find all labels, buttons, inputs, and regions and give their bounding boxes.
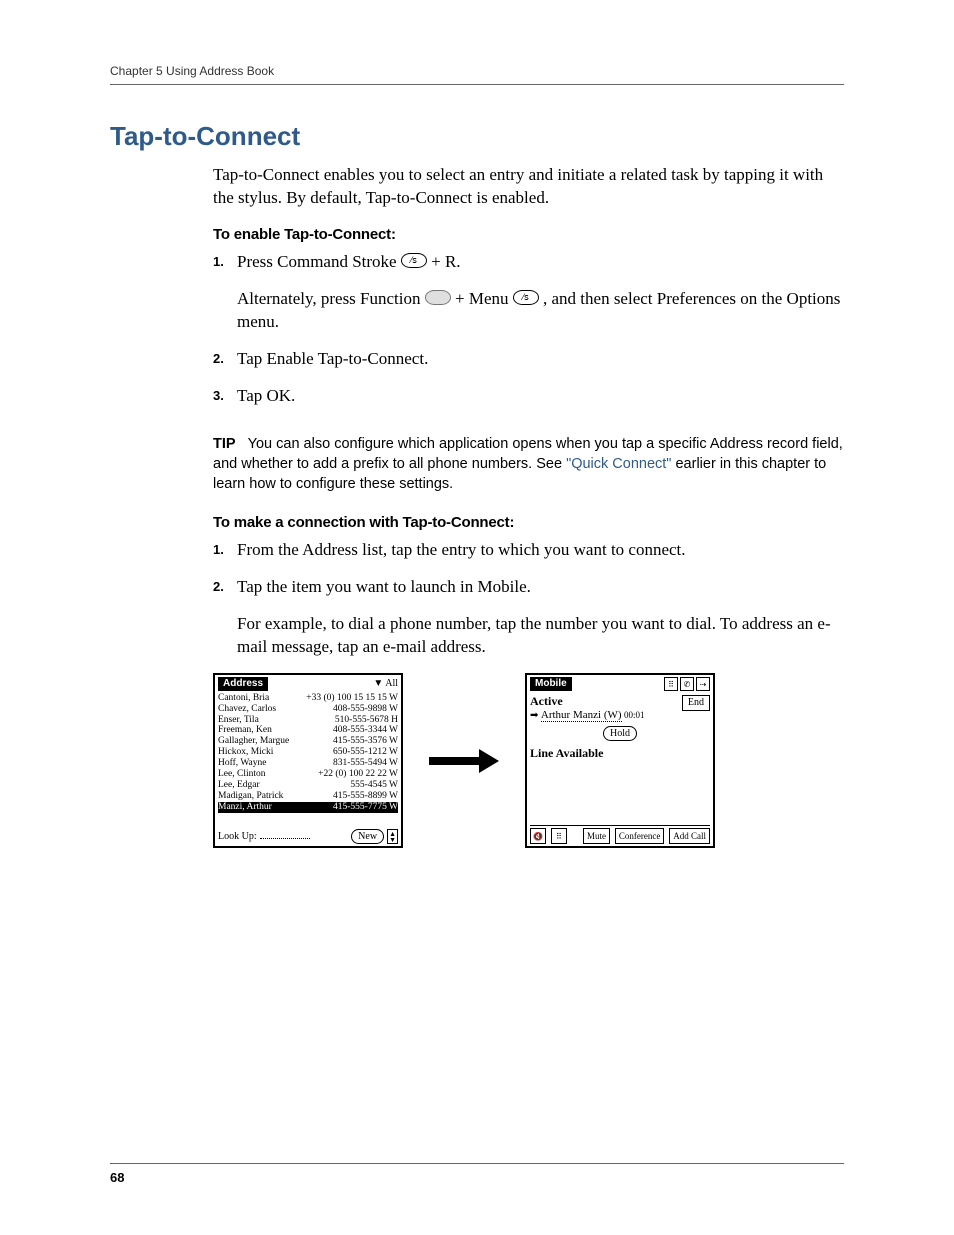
active-label: Active	[530, 695, 645, 709]
scroll-arrows-icon[interactable]: ▲▼	[387, 829, 398, 844]
address-filter[interactable]: ▼ All	[373, 678, 398, 690]
menu-key-icon: ⁄ꜱ	[513, 290, 539, 305]
step-number: 3.	[213, 385, 237, 403]
address-screen: Address ▼ All Cantoni, Bria+33 (0) 100 1…	[213, 673, 403, 848]
phone-icon[interactable]: ✆	[680, 677, 694, 691]
address-row[interactable]: Lee, Edgar555-4545 W	[218, 780, 398, 791]
step-number: 2.	[213, 576, 237, 594]
arrow-right-icon	[429, 751, 499, 771]
address-row[interactable]: Chavez, Carlos408-555-9898 W	[218, 704, 398, 715]
chapter-header: Chapter 5 Using Address Book	[110, 64, 844, 85]
make-step-1: 1. From the Address list, tap the entry …	[213, 539, 844, 562]
mobile-screen: Mobile ⠿ ✆ ⇢ Active ➡ Arthur Manzi (W) 0…	[525, 673, 715, 848]
mute-button[interactable]: Mute	[583, 828, 610, 844]
keypad-icon[interactable]: ⠿	[664, 677, 678, 691]
enable-step-3: 3. Tap OK.	[213, 385, 844, 408]
intro-paragraph: Tap-to-Connect enables you to select an …	[213, 164, 844, 210]
step1-text-a: Press Command Stroke	[237, 252, 401, 271]
address-row[interactable]: Hickox, Micki650-555-1212 W	[218, 747, 398, 758]
call-timer: 00:01	[624, 710, 645, 720]
add-call-button[interactable]: Add Call	[669, 828, 710, 844]
address-row[interactable]: Lee, Clinton+22 (0) 100 22 22 W	[218, 769, 398, 780]
step-number: 2.	[213, 348, 237, 366]
quick-connect-link[interactable]: "Quick Connect"	[566, 456, 671, 472]
enable-step-2: 2. Tap Enable Tap-to-Connect.	[213, 348, 844, 371]
address-row[interactable]: Manzi, Arthur415-555-7775 W	[218, 802, 398, 813]
tip-label: TIP	[213, 436, 236, 452]
step-number: 1.	[213, 251, 237, 269]
address-row[interactable]: Hoff, Wayne831-555-5494 W	[218, 758, 398, 769]
enable-step-1: 1. Press Command Stroke ⁄ꜱ + R.	[213, 251, 844, 274]
step-number: 1.	[213, 539, 237, 557]
line-available-label: Line Available	[530, 747, 710, 761]
address-row[interactable]: Gallagher, Margue415-555-3576 W	[218, 736, 398, 747]
make-heading: To make a connection with Tap-to-Connect…	[213, 514, 844, 531]
enable-alternate: Alternately, press Function + Menu ⁄ꜱ , …	[237, 288, 844, 334]
section-title: Tap-to-Connect	[110, 121, 844, 152]
address-title: Address	[218, 677, 268, 691]
make-step-2: 2. Tap the item you want to launch in Mo…	[213, 576, 844, 599]
tip-block: TIP You can also configure which applica…	[213, 434, 844, 495]
mobile-title: Mobile	[530, 677, 572, 691]
dialpad-icon[interactable]: ⠿	[551, 828, 567, 844]
address-row[interactable]: Cantoni, Bria+33 (0) 100 15 15 15 W	[218, 693, 398, 704]
lookup-input[interactable]	[260, 830, 310, 839]
enable-heading: To enable Tap-to-Connect:	[213, 226, 844, 243]
end-button[interactable]: End	[682, 695, 710, 711]
step1-text-b: + R.	[431, 252, 460, 271]
address-row[interactable]: Madigan, Patrick415-555-8899 W	[218, 791, 398, 802]
command-stroke-icon: ⁄ꜱ	[401, 253, 427, 268]
new-button[interactable]: New	[351, 829, 384, 844]
active-caller[interactable]: Arthur Manzi (W)	[541, 709, 622, 722]
speaker-icon[interactable]: 🔇	[530, 828, 546, 844]
lookup-label: Look Up:	[218, 831, 257, 843]
function-key-icon	[425, 290, 451, 305]
page-number: 68	[110, 1163, 844, 1185]
hold-button[interactable]: Hold	[603, 726, 637, 741]
address-row[interactable]: Enser, Tila510-555-5678 H	[218, 715, 398, 726]
address-row[interactable]: Freeman, Ken408-555-3344 W	[218, 725, 398, 736]
make-example: For example, to dial a phone number, tap…	[237, 613, 844, 659]
conference-button[interactable]: Conference	[615, 828, 664, 844]
speed-dial-icon[interactable]: ⇢	[696, 677, 710, 691]
